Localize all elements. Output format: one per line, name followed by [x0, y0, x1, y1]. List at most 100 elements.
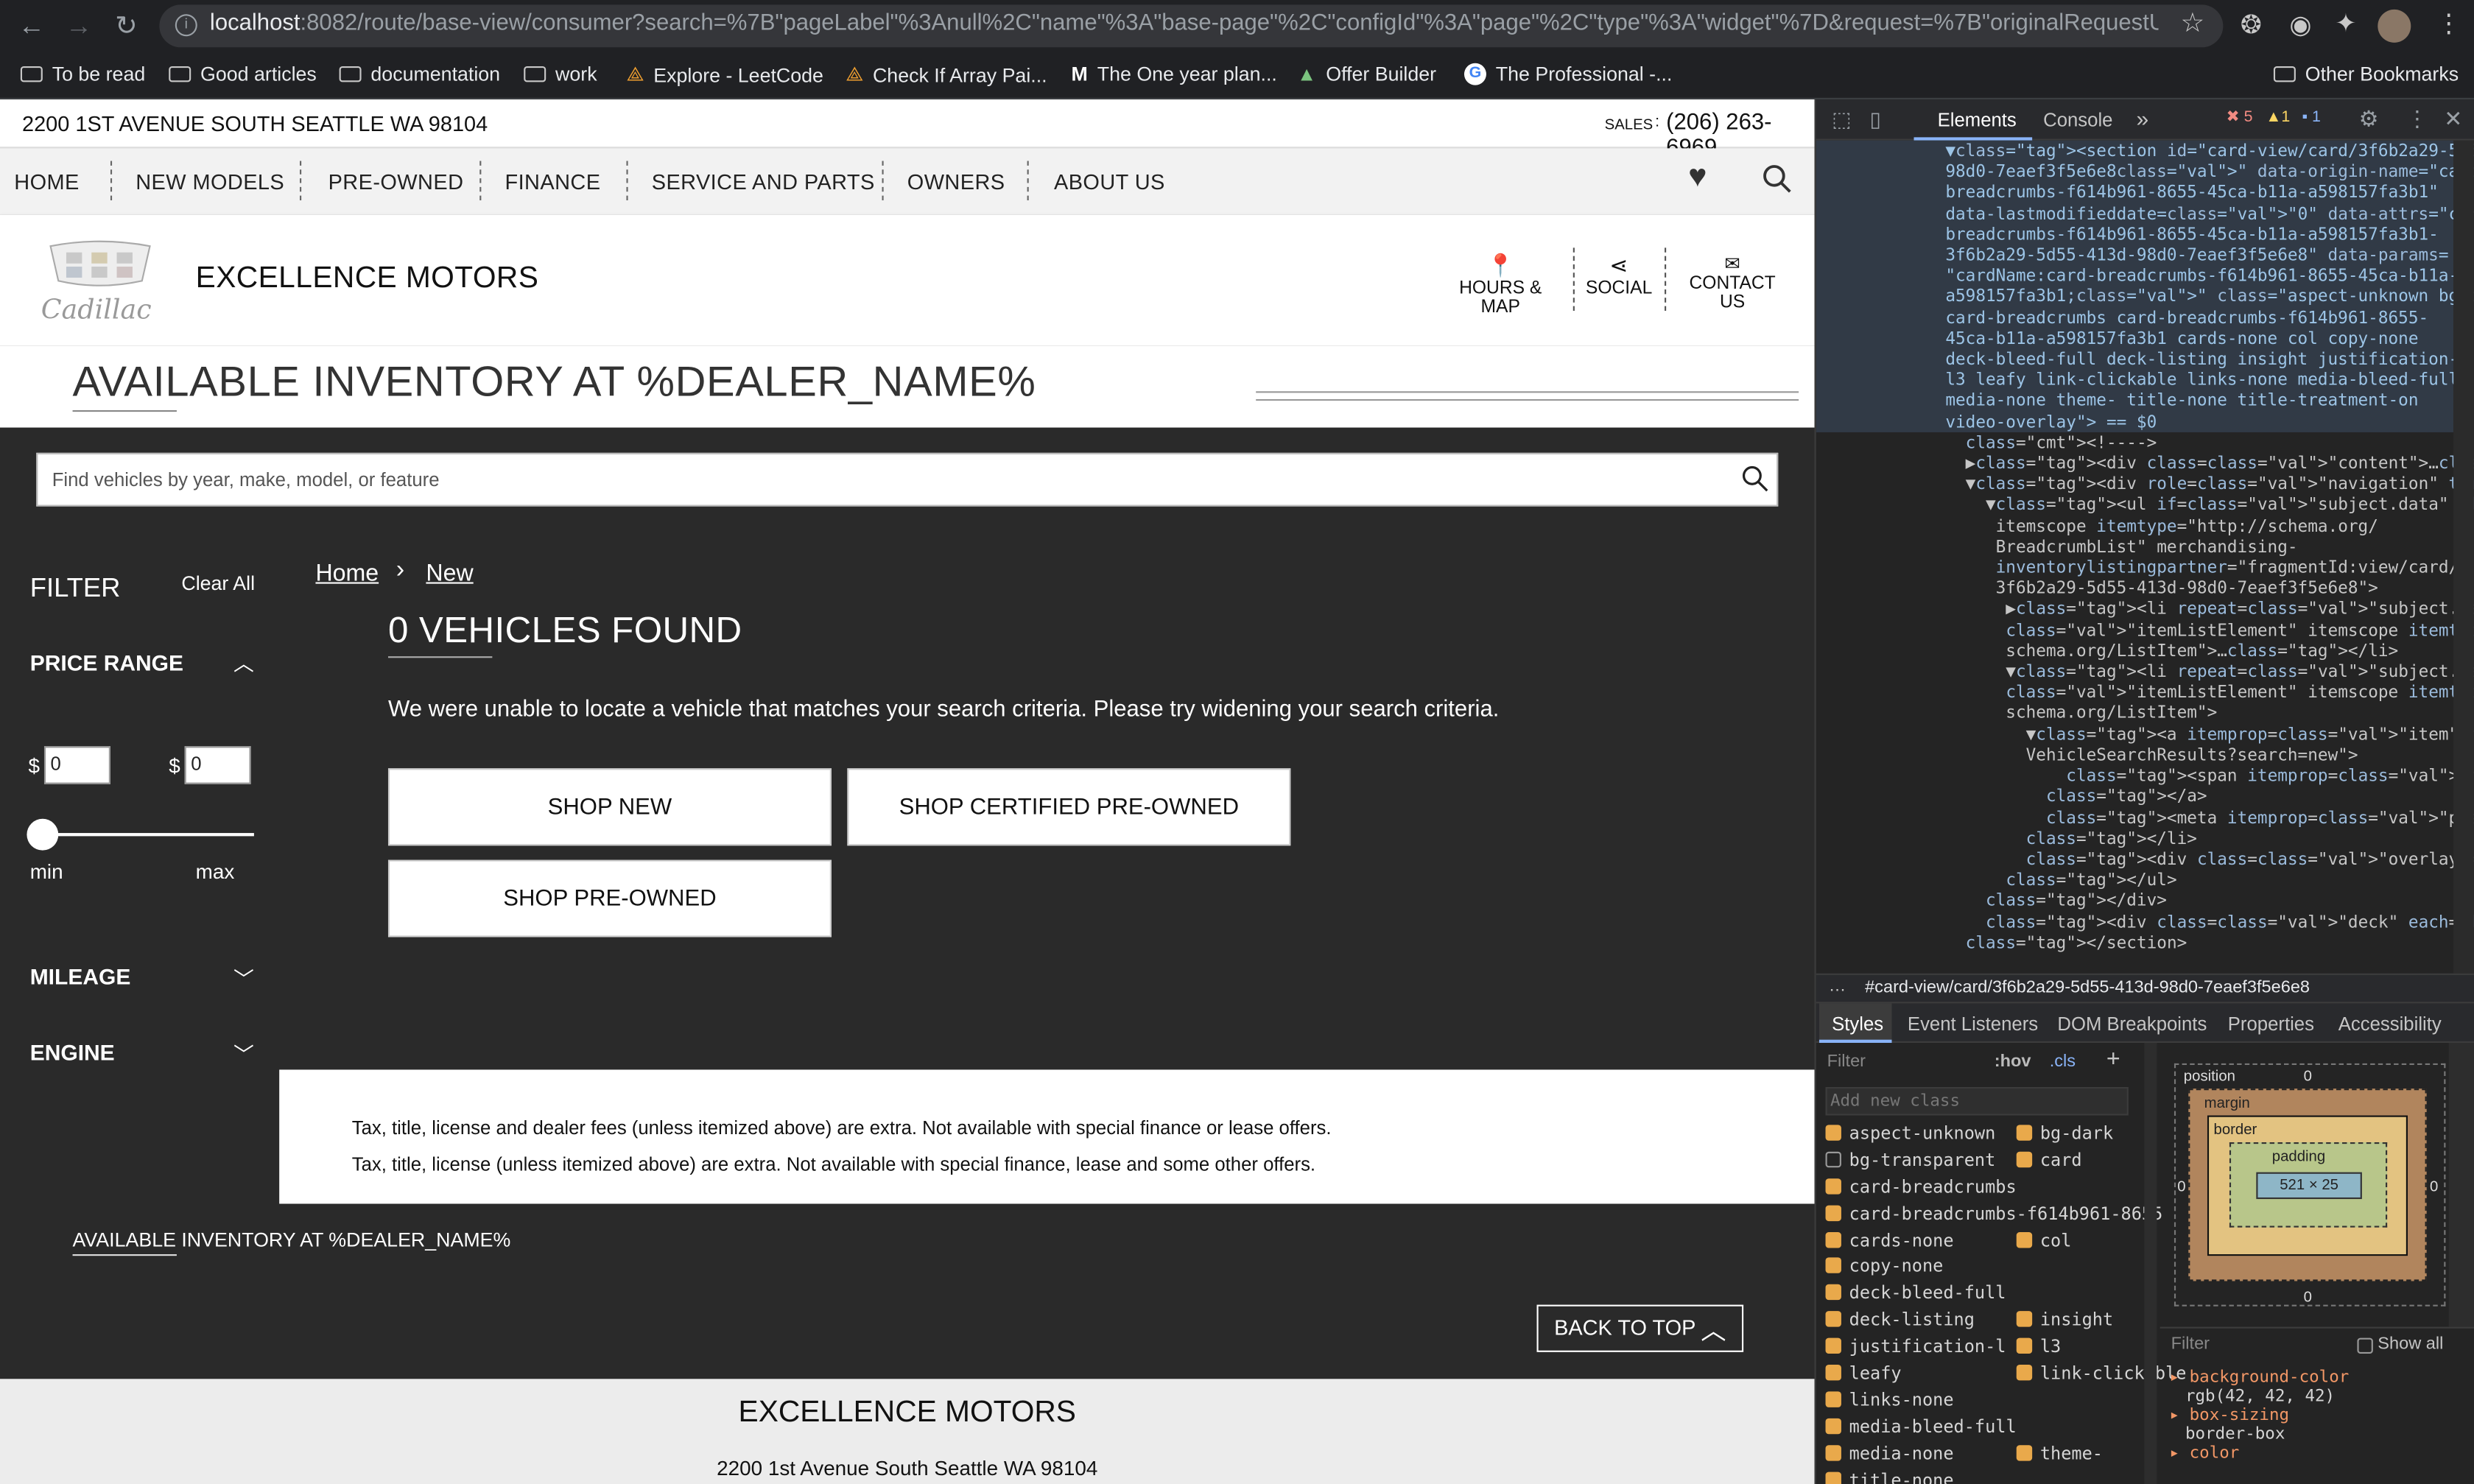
dom-line[interactable]: ▼class="tag"><ul if=class="val">"subject… [1945, 496, 2474, 517]
dom-line[interactable]: 98d0-7eaef3f5e6e8class="val">" data-orig… [1945, 163, 2474, 183]
extension-icon[interactable]: ❂ [2241, 10, 2262, 41]
class-toggle[interactable]: justification-l [1825, 1337, 2006, 1357]
breadcrumb-home[interactable]: Home [315, 560, 379, 586]
tab-dom-breakpoints[interactable]: DOM Breakpoints [2057, 1013, 2207, 1035]
bookmark-link[interactable]: M The One year plan... [1072, 63, 1277, 85]
checkbox[interactable] [2016, 1365, 2033, 1381]
class-toggle[interactable]: card [2016, 1150, 2082, 1170]
computed-property-name[interactable]: ▸ color [2170, 1443, 2470, 1463]
dom-line[interactable]: class="tag"></li> [1945, 829, 2474, 850]
kebab-menu-icon[interactable]: ⋮ [2436, 8, 2461, 40]
checkbox[interactable] [2016, 1444, 2033, 1461]
checkbox[interactable] [2016, 1337, 2033, 1354]
checkbox[interactable] [1825, 1151, 1841, 1167]
device-toolbar-icon[interactable]: ▯ [1870, 108, 1881, 133]
dom-line[interactable]: ▼class="tag"><div role=class="val">"navi… [1945, 475, 2474, 496]
dom-line[interactable]: ▶class="tag"><div class=class="val">"con… [1945, 454, 2474, 475]
dom-line[interactable]: class="tag"></a> [1945, 788, 2474, 809]
dom-line[interactable]: 3f6b2a29-5d55-413d-98d0-7eaef3f5e6e8" da… [1945, 246, 2474, 267]
checkbox[interactable] [2016, 1125, 2033, 1141]
tab-event-listeners[interactable]: Event Listeners [1908, 1013, 2038, 1035]
bookmark-link[interactable]: ⟁ Check If Array Pai... [846, 63, 1047, 87]
bookmark-folder[interactable]: To be read [20, 63, 145, 85]
dom-line[interactable]: class="tag"><div class=class="val">"deck… [1945, 912, 2474, 933]
nav-finance[interactable]: FINANCE [505, 170, 601, 194]
back-arrow-icon[interactable]: ← [14, 10, 49, 44]
show-all-checkbox[interactable] [2357, 1337, 2373, 1354]
close-icon[interactable]: ✕ [2444, 106, 2462, 133]
dom-line[interactable]: class="tag"><meta itemprop=class="val">"… [1945, 809, 2474, 829]
class-toggle[interactable]: title-none [1825, 1470, 1954, 1484]
shop-pre-owned-button[interactable]: SHOP PRE-OWNED [387, 859, 832, 938]
nav-service-and-parts[interactable]: SERVICE AND PARTS [652, 170, 875, 194]
dom-line[interactable]: class="cmt"><!----> [1945, 434, 2474, 454]
search-input[interactable]: Find vehicles by year, make, model, or f… [52, 468, 440, 490]
checkbox[interactable] [1825, 1444, 1841, 1461]
chevron-up-icon[interactable]: ︿ [233, 647, 254, 677]
heart-icon[interactable]: ♥ [1688, 159, 1707, 195]
nav-home[interactable]: HOME [14, 170, 79, 194]
cadillac-logo[interactable]: Cadillac [41, 240, 160, 326]
dom-line[interactable]: class="val">"itemListElement" itemscope … [1945, 621, 2474, 641]
dom-line[interactable]: breadcrumbs-f614b961-8655-45ca-b11a-a598… [1945, 183, 2474, 204]
bookmark-link[interactable]: ▲ Offer Builder [1297, 63, 1436, 85]
bookmark-folder[interactable]: work [524, 63, 597, 85]
puzzle-icon[interactable]: ✦ [2335, 8, 2356, 40]
class-toggle[interactable]: media-none [1825, 1443, 1954, 1463]
class-toggle[interactable]: deck-bleed-full [1825, 1283, 2006, 1304]
dom-line[interactable]: schema.org/ListItem"> [1945, 704, 2474, 725]
dom-line[interactable]: data-lastmodifieddate=class="val">"0" da… [1945, 205, 2474, 225]
dom-line[interactable]: class="tag"><div class=class="val">"over… [1945, 850, 2474, 871]
other-bookmarks[interactable]: Other Bookmarks [2273, 63, 2459, 85]
checkbox[interactable] [1825, 1337, 1841, 1354]
bookmark-folder[interactable]: documentation [339, 63, 500, 85]
social-link[interactable]: ⋖ SOCIAL [1586, 253, 1652, 298]
selector-path[interactable]: #card-view/card/3f6b2a29-5d55-413d-98d0-… [1865, 978, 2310, 997]
bookmark-folder[interactable]: Good articles [169, 63, 317, 85]
gear-icon[interactable]: ⚙ [2359, 106, 2379, 133]
class-toggle[interactable]: card-breadcrumbs [1825, 1177, 2017, 1197]
chevron-down-icon[interactable]: ﹀ [233, 1038, 254, 1069]
dom-line[interactable]: a598157fa3b1;class="val">" class="aspect… [1945, 288, 2474, 309]
class-toggle[interactable]: col [2016, 1230, 2071, 1251]
forward-arrow-icon[interactable]: → [62, 10, 96, 44]
clear-all-link[interactable]: Clear All [181, 573, 255, 595]
inspect-icon[interactable]: ⬚ [1832, 108, 1851, 133]
price-max-input[interactable]: 0 [184, 746, 251, 784]
scrollbar[interactable] [2453, 140, 2474, 974]
checkbox[interactable] [1825, 1391, 1841, 1407]
checkbox[interactable] [1825, 1258, 1841, 1274]
class-toggle[interactable]: bg-dark [2016, 1123, 2113, 1144]
shop-certified-pre-owned-button[interactable]: SHOP CERTIFIED PRE-OWNED [847, 768, 1291, 846]
contact-us-link[interactable]: ✉ CONTACT US [1677, 253, 1788, 312]
dom-line[interactable]: schema.org/ListItem">…class="tag"></li> [1945, 642, 2474, 663]
class-toggle[interactable]: theme- [2016, 1443, 2103, 1463]
price-min-input[interactable]: 0 [43, 746, 110, 784]
class-toggle[interactable]: aspect-unknown [1825, 1123, 1995, 1144]
dom-line[interactable]: class="tag"></div> [1945, 892, 2474, 912]
computed-property-name[interactable]: ▸ background-color [2170, 1368, 2470, 1387]
class-toggle[interactable]: bg-transparent [1825, 1150, 1995, 1170]
computed-filter-input[interactable]: Filter [2171, 1334, 2210, 1354]
tab-console[interactable]: Console [2043, 109, 2112, 131]
mileage-header[interactable]: MILEAGE [30, 964, 131, 989]
class-toggle[interactable]: link-clickable [2016, 1363, 2186, 1384]
bookmark-link[interactable]: ⟁ Explore - LeetCode [626, 63, 823, 87]
dom-line[interactable]: l3 leafy link-clickable links-none media… [1945, 371, 2474, 392]
class-toggle[interactable]: l3 [2016, 1337, 2061, 1357]
dom-line[interactable]: class="val">"itemListElement" itemscope … [1945, 683, 2474, 704]
extension-icon[interactable]: ◉ [2289, 10, 2311, 41]
class-toggle[interactable]: leafy [1825, 1363, 1902, 1384]
checkbox[interactable] [1825, 1178, 1841, 1195]
checkbox[interactable] [2016, 1231, 2033, 1248]
class-toggle[interactable]: links-none [1825, 1390, 1954, 1410]
class-toggle[interactable]: copy-none [1825, 1256, 1943, 1277]
dom-line[interactable]: ▼class="tag"><a itemprop=class="val">"it… [1945, 725, 2474, 746]
checkbox[interactable] [1825, 1311, 1841, 1328]
info-count[interactable]: ▪ 1 [2302, 109, 2320, 127]
scrollbar[interactable] [2448, 1042, 2474, 1327]
dom-line[interactable]: ▼class="tag"><li repeat=class="val">"sub… [1945, 663, 2474, 683]
checkbox[interactable] [1825, 1204, 1841, 1221]
dom-line[interactable]: "cardName:card-breadcrumbs-f614b961-8655… [1945, 267, 2474, 288]
class-toggle[interactable]: card-breadcrumbs-f614b961-8655 [1825, 1203, 2162, 1224]
